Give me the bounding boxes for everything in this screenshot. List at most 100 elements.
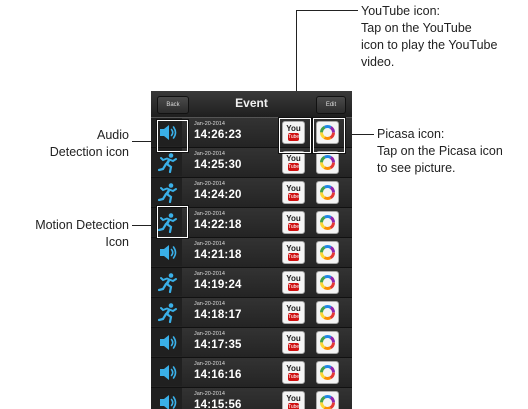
youtube-you-label: You [286, 394, 301, 403]
youtube-leader-horizontal [296, 10, 358, 11]
running-person-icon [157, 272, 179, 294]
picasa-icon-highlight [312, 117, 346, 154]
picasa-icon[interactable] [316, 361, 339, 384]
audio-annotation: Audio Detection icon [50, 127, 129, 161]
event-time: 14:22:18 [194, 219, 242, 231]
event-time: 14:26:23 [194, 129, 242, 141]
event-time: 14:21:18 [194, 249, 242, 261]
navigation-bar: Back Event Edit [151, 91, 352, 118]
youtube-icon[interactable]: You Tube [282, 391, 305, 409]
event-date: Jan-20-2014 [194, 241, 225, 247]
picasa-icon[interactable] [316, 151, 339, 174]
event-time: 14:15:56 [194, 399, 242, 409]
picasa-icon[interactable] [316, 271, 339, 294]
youtube-tube-label: Tube [288, 343, 300, 351]
youtube-you-label: You [286, 364, 301, 373]
picasa-icon[interactable] [316, 211, 339, 234]
event-date: Jan-20-2014 [194, 181, 225, 187]
speaker-icon [157, 392, 179, 409]
event-type-tile [151, 178, 182, 206]
running-person-icon [157, 182, 179, 204]
picasa-leader [352, 134, 374, 135]
youtube-icon[interactable]: You Tube [282, 181, 305, 204]
event-time: 14:25:30 [194, 159, 242, 171]
picasa-icon[interactable] [316, 241, 339, 264]
event-date: Jan-20-2014 [194, 121, 225, 127]
picasa-annotation-line: Tap on the Picasa icon [377, 144, 503, 158]
youtube-you-label: You [286, 184, 301, 193]
event-date: Jan-20-2014 [194, 271, 225, 277]
youtube-you-label: You [286, 334, 301, 343]
audio-annotation-line: Detection icon [49, 145, 129, 159]
youtube-icon[interactable]: You Tube [282, 151, 305, 174]
motion-annotation: Motion Detection Icon [35, 217, 129, 251]
picasa-annotation: Picasa icon: Tap on the Picasa icon to s… [377, 126, 503, 177]
event-row[interactable]: Jan-20-2014 14:17:35 You Tube [151, 328, 352, 358]
youtube-icon[interactable]: You Tube [282, 301, 305, 324]
event-row[interactable]: Jan-20-2014 14:16:16 You Tube [151, 358, 352, 388]
event-type-tile [151, 148, 182, 176]
youtube-tube-label: Tube [288, 253, 300, 261]
youtube-you-label: You [286, 244, 301, 253]
youtube-icon-highlight [278, 117, 312, 154]
event-time: 14:18:17 [194, 309, 242, 321]
youtube-icon[interactable]: You Tube [282, 211, 305, 234]
picasa-icon[interactable] [316, 331, 339, 354]
youtube-icon[interactable]: You Tube [282, 331, 305, 354]
picasa-annotation-line: Picasa icon: [377, 127, 445, 141]
youtube-you-label: You [286, 214, 301, 223]
event-row[interactable]: Jan-20-2014 14:21:18 You Tube [151, 238, 352, 268]
motion-annotation-line: Motion Detection [35, 218, 129, 232]
event-type-tile [151, 238, 182, 266]
youtube-you-label: You [286, 154, 301, 163]
event-date: Jan-20-2014 [194, 151, 225, 157]
event-type-tile [151, 388, 182, 409]
youtube-icon[interactable]: You Tube [282, 241, 305, 264]
event-date: Jan-20-2014 [194, 361, 225, 367]
event-type-tile [151, 298, 182, 326]
youtube-tube-label: Tube [288, 373, 300, 381]
event-date: Jan-20-2014 [194, 301, 225, 307]
edit-button[interactable]: Edit [316, 96, 346, 114]
event-time: 14:24:20 [194, 189, 242, 201]
audio-annotation-line: Audio [97, 128, 129, 142]
event-row[interactable]: Jan-20-2014 14:18:17 You Tube [151, 298, 352, 328]
youtube-you-label: You [286, 304, 301, 313]
speaker-icon [157, 362, 179, 383]
youtube-annotation-line: video. [361, 55, 395, 69]
youtube-tube-label: Tube [288, 223, 300, 231]
youtube-icon[interactable]: You Tube [282, 271, 305, 294]
youtube-tube-label: Tube [288, 193, 300, 201]
speaker-icon [157, 332, 179, 353]
event-type-tile [151, 328, 182, 356]
youtube-annotation-line: icon to play the YouTube [361, 38, 498, 52]
event-date: Jan-20-2014 [194, 391, 225, 397]
youtube-annotation-line: Tap on the YouTube [361, 21, 472, 35]
youtube-annotation: YouTube icon: Tap on the YouTube icon to… [361, 3, 497, 71]
motion-icon-highlight [156, 205, 189, 239]
youtube-tube-label: Tube [288, 163, 300, 171]
event-time: 14:17:35 [194, 339, 242, 351]
event-row[interactable]: Jan-20-2014 14:15:56 You Tube [151, 388, 352, 409]
event-row[interactable]: Jan-20-2014 14:24:20 You Tube [151, 178, 352, 208]
event-row[interactable]: Jan-20-2014 14:19:24 You Tube [151, 268, 352, 298]
speaker-icon [157, 242, 179, 263]
picasa-icon[interactable] [316, 391, 339, 409]
motion-annotation-line: Icon [105, 235, 129, 249]
event-type-tile [151, 358, 182, 386]
running-person-icon [157, 302, 179, 324]
picasa-annotation-line: to see picture. [377, 161, 456, 175]
event-date: Jan-20-2014 [194, 211, 225, 217]
audio-icon-highlight [156, 119, 189, 153]
running-person-icon [157, 152, 179, 174]
event-time: 14:19:24 [194, 279, 242, 291]
youtube-tube-label: Tube [288, 403, 300, 409]
event-type-tile [151, 268, 182, 296]
event-list: Jan-20-2014 14:26:23 You Tube Jan-20-2014 14:… [151, 118, 352, 409]
picasa-icon[interactable] [316, 181, 339, 204]
youtube-icon[interactable]: You Tube [282, 361, 305, 384]
youtube-annotation-line: YouTube icon: [361, 4, 440, 18]
event-time: 14:16:16 [194, 369, 242, 381]
picasa-icon[interactable] [316, 301, 339, 324]
youtube-you-label: You [286, 274, 301, 283]
